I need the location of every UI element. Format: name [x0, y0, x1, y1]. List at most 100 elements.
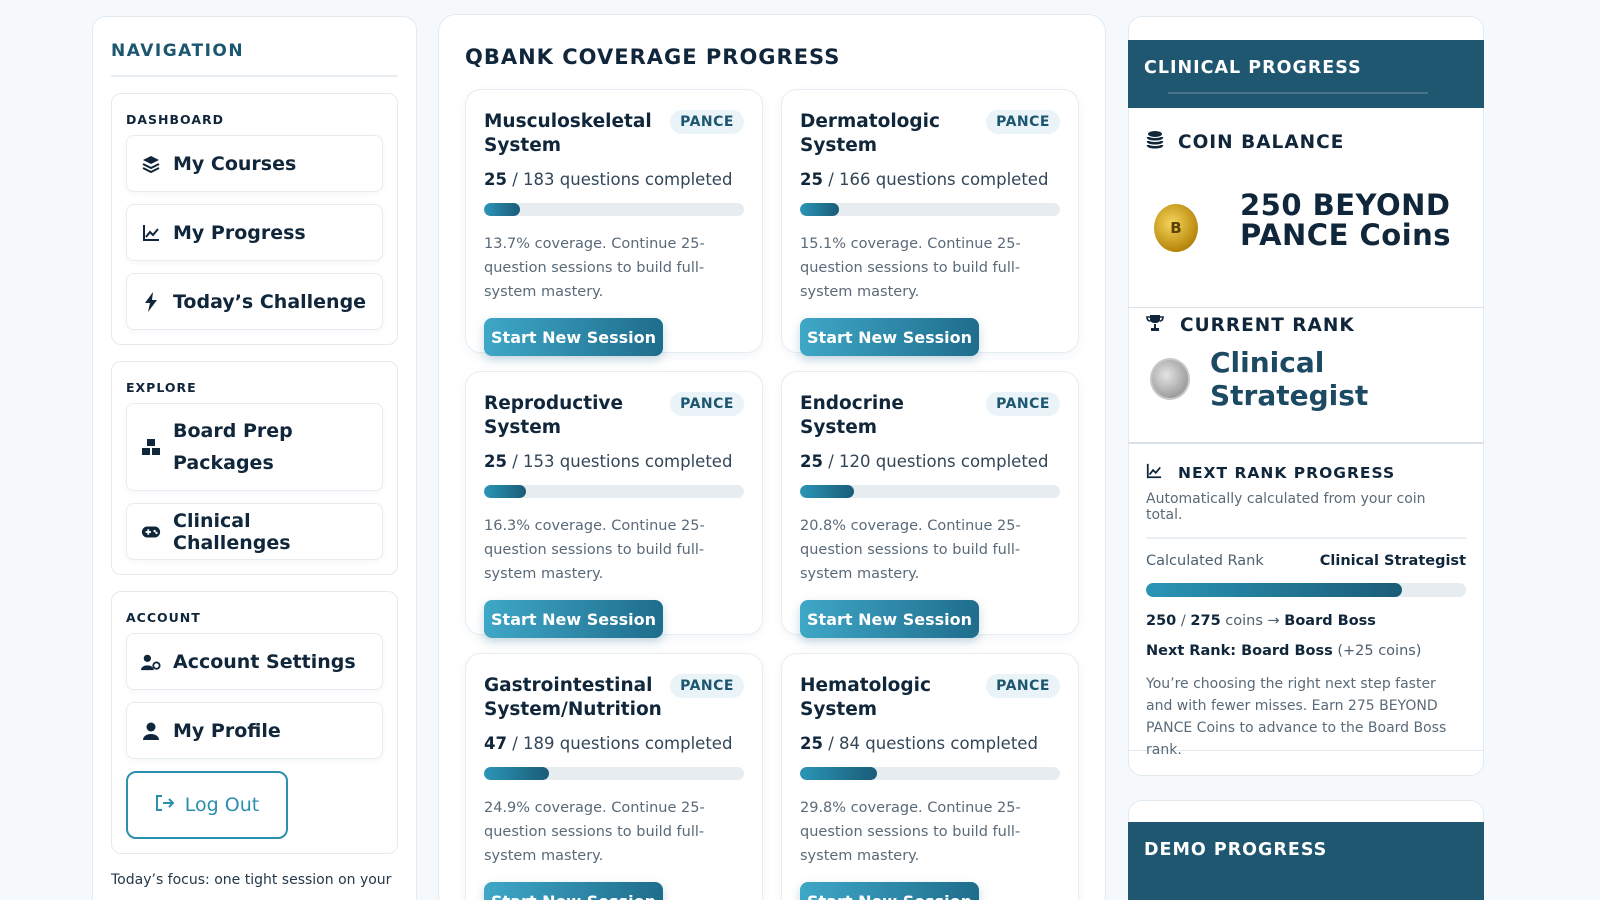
calculated-rank-label: Calculated Rank [1146, 553, 1264, 569]
navigation-panel: NAVIGATION DASHBOARD My Courses My Progr… [92, 16, 417, 900]
nav-footer-text: Today’s focus: one tight session on your [111, 872, 392, 888]
nav-item-my-progress[interactable]: My Progress [126, 204, 383, 261]
coverage-note: 16.3% coverage. Continue 25-question ses… [484, 518, 705, 582]
bolt-icon [141, 291, 161, 312]
coverage-card: Reproductive System PANCE 25 / 153 questio… [465, 371, 763, 638]
coins-current: 250 [1146, 613, 1177, 629]
rank-badge-icon [1150, 358, 1190, 400]
exam-badge: PANCE [670, 110, 744, 134]
coverage-card: Endocrine System PANCE 25 / 120 questions … [781, 371, 1079, 638]
logout-button[interactable]: Log Out [126, 771, 288, 839]
coverage-note: 24.9% coverage. Continue 25-question ses… [484, 800, 705, 864]
trophy-icon [1146, 314, 1164, 336]
card-header: Endocrine System PANCE [800, 392, 1060, 440]
total-questions: / 120 questions completed [828, 452, 1049, 471]
coverage-progress-bar [484, 485, 744, 498]
coverage-card: Musculoskeletal System PANCE 25 / 183 ques… [465, 89, 763, 356]
nav-item-my-profile[interactable]: My Profile [126, 702, 383, 759]
card-title: Dermatologic System [800, 111, 940, 156]
nav-item-label: My Progress [173, 221, 306, 244]
nav-group-label: DASHBOARD [126, 112, 225, 127]
coverage-progress-fill [484, 485, 527, 498]
calculated-rank-value: Clinical Strategist [1319, 553, 1466, 569]
next-rank-bonus: (+25 coins) [1337, 643, 1422, 659]
coverage-note: 20.8% coverage. Continue 25-question ses… [800, 518, 1021, 582]
coverage-progress-bar [800, 203, 1060, 216]
navigation-title: NAVIGATION [111, 41, 398, 77]
logout-icon [155, 794, 175, 817]
nav-group-label: ACCOUNT [126, 610, 201, 625]
questions-completed: 47 / 189 questions completed [484, 734, 744, 753]
coverage-note: 15.1% coverage. Continue 25-question ses… [800, 236, 1021, 300]
nav-item-todays-challenge[interactable]: Today’s Challenge [126, 273, 383, 330]
total-questions: / 84 questions completed [828, 734, 1038, 753]
current-rank-label: CURRENT RANK [1180, 314, 1355, 336]
next-rank-subtitle: Automatically calculated from your coin … [1146, 491, 1466, 539]
demo-progress-header: DEMO PROGRESS [1128, 822, 1484, 900]
rank-name: Clinical Strategist [1210, 346, 1369, 412]
coin-amount: 250 BEYOND PANCE Coins [1240, 188, 1452, 252]
start-new-session-button[interactable]: Start New Session [484, 600, 663, 638]
nav-group-account: ACCOUNT Account Settings My Profile Log … [111, 591, 398, 854]
card-title: Musculoskeletal System [484, 111, 652, 156]
user-gear-icon [141, 653, 161, 671]
start-new-session-button[interactable]: Start New Session [800, 882, 979, 900]
questions-completed: 25 / 166 questions completed [800, 170, 1060, 189]
coverage-card: Hematologic System PANCE 25 / 84 questions… [781, 653, 1079, 900]
gamepad-icon [141, 524, 161, 540]
coverage-card: Dermatologic System PANCE 25 / 166 questio… [781, 89, 1079, 356]
questions-completed: 25 / 84 questions completed [800, 734, 1060, 753]
coverage-progress-bar [800, 485, 1060, 498]
card-header: Reproductive System PANCE [484, 392, 744, 440]
nav-item-board-prep-packages[interactable]: Board Prep Packages [126, 403, 383, 491]
coins-target: 275 [1190, 613, 1221, 629]
nav-item-clinical-challenges[interactable]: Clinical Challenges [126, 503, 383, 560]
nav-item-label: Clinical Challenges [173, 509, 291, 554]
exam-badge: PANCE [986, 392, 1060, 416]
coverage-progress-fill [484, 767, 549, 780]
total-questions: / 166 questions completed [828, 170, 1049, 189]
coin-balance-heading: COIN BALANCE [1146, 130, 1344, 154]
completed-count: 25 [800, 170, 823, 189]
start-new-session-button[interactable]: Start New Session [484, 318, 663, 356]
next-rank-progress-card: NEXT RANK PROGRESS Automatically calcula… [1128, 445, 1484, 758]
exam-badge: PANCE [986, 110, 1060, 134]
logout-label: Log Out [184, 794, 260, 816]
nav-item-account-settings[interactable]: Account Settings [126, 633, 383, 690]
coverage-note: 13.7% coverage. Continue 25-question ses… [484, 236, 705, 300]
questions-completed: 25 / 183 questions completed [484, 170, 744, 189]
start-new-session-button[interactable]: Start New Session [800, 318, 979, 356]
coverage-progress-fill [800, 767, 878, 780]
coins-stack-icon [1146, 130, 1164, 154]
nav-item-label: Today’s Challenge [173, 290, 367, 313]
next-rank-title: NEXT RANK PROGRESS [1178, 464, 1396, 482]
start-new-session-button[interactable]: Start New Session [800, 600, 979, 638]
next-rank-heading: NEXT RANK PROGRESS [1146, 463, 1466, 483]
completed-count: 25 [800, 452, 823, 471]
nav-group-dashboard: DASHBOARD My Courses My Progress Today’s… [111, 93, 398, 345]
header-divider [1168, 92, 1428, 94]
nav-item-label: Board Prep Packages [173, 420, 293, 474]
questions-completed: 25 / 153 questions completed [484, 452, 744, 471]
coverage-note: 29.8% coverage. Continue 25-question ses… [800, 800, 1021, 864]
nav-group-explore: EXPLORE Board Prep Packages Clinical Cha… [111, 361, 398, 575]
next-rank-label: Next Rank: Board Boss [1146, 643, 1333, 659]
total-questions: / 189 questions completed [512, 734, 733, 753]
completed-count: 25 [484, 452, 507, 471]
nav-item-my-courses[interactable]: My Courses [126, 135, 383, 192]
nav-item-label: My Courses [173, 152, 297, 175]
demo-progress-title: DEMO PROGRESS [1144, 840, 1328, 860]
card-header: Musculoskeletal System PANCE [484, 110, 744, 158]
start-new-session-button[interactable]: Start New Session [484, 882, 663, 900]
exam-badge: PANCE [670, 392, 744, 416]
card-header: Hematologic System PANCE [800, 674, 1060, 722]
coverage-progress-bar [484, 203, 744, 216]
current-rank-heading: CURRENT RANK [1146, 314, 1355, 336]
rank-progress-fill [1146, 583, 1402, 597]
user-icon [141, 722, 161, 740]
completed-count: 25 [800, 734, 823, 753]
coverage-progress-bar [800, 767, 1060, 780]
chart-line-icon [141, 224, 161, 242]
card-header: Dermatologic System PANCE [800, 110, 1060, 158]
qbank-coverage-panel: QBANK COVERAGE PROGRESS Musculoskeletal … [438, 14, 1106, 900]
